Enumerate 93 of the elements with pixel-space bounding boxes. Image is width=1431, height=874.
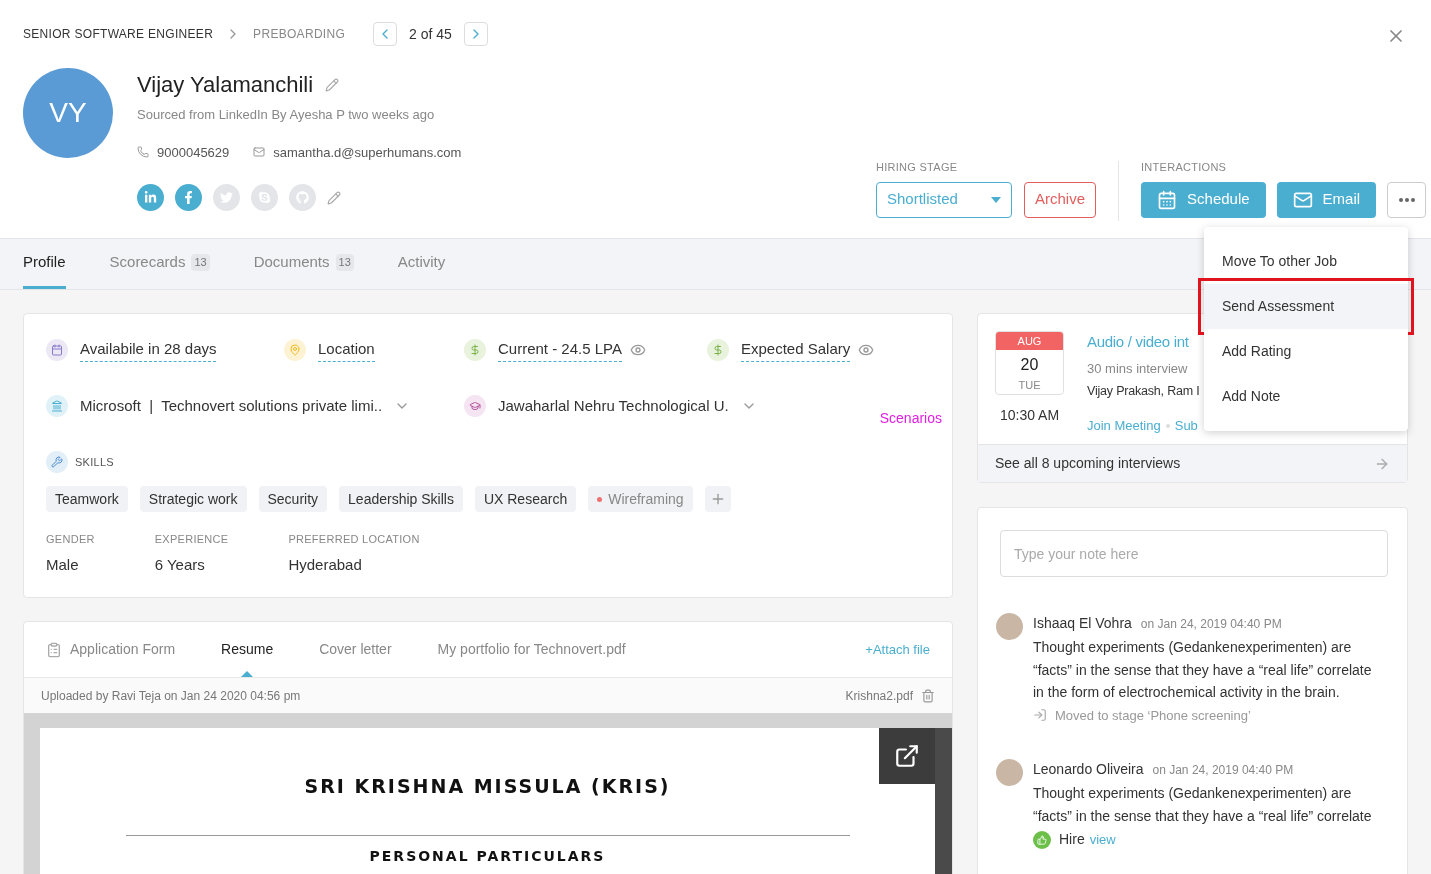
upload-info: Uploaded by Ravi Teja on Jan 24 2020 04:56 pm	[41, 687, 301, 705]
menu-item[interactable]: Add Note	[1204, 374, 1408, 419]
pointer-icon	[241, 671, 254, 677]
breadcrumb-stage[interactable]: PREBOARDING	[253, 25, 346, 43]
add-skill-button[interactable]	[704, 486, 731, 512]
graduation-cap-icon	[464, 394, 486, 417]
profile-tab[interactable]: Documents 13	[253, 239, 354, 289]
facebook-icon[interactable]	[175, 184, 202, 211]
dollar-icon	[707, 338, 729, 361]
resume-section-title: PERSONAL PARTICULARS	[369, 846, 606, 866]
education: Jawaharlal Nehru Technological U.	[498, 395, 729, 416]
fact-link[interactable]: Availabile in 28 days	[80, 338, 217, 362]
caret-icon	[991, 196, 1001, 203]
author-name: Ishaaq El Vohra	[1033, 614, 1132, 633]
file-name: Krishna2.pdf	[845, 687, 913, 705]
archive-button[interactable]: Archive	[1024, 181, 1097, 218]
calendar-icon	[46, 338, 68, 361]
profile-tab[interactable]: Profile	[23, 239, 66, 289]
author-avatar	[996, 759, 1023, 786]
fact-link[interactable]: Current - 24.5 LPA	[498, 338, 622, 362]
dollar-icon	[464, 338, 486, 361]
calendar-icon	[1157, 189, 1178, 210]
note-date: on Jan 24, 2019 04:40 PM	[1140, 616, 1282, 633]
source-text: Sourced from LinkedIn By Ayesha P two weeks ago	[137, 106, 436, 124]
note-input[interactable]: Type your note here	[1000, 530, 1388, 577]
skill-tag[interactable]: Strategic work	[139, 486, 247, 512]
note-text: Thought experiments (Gedankenexperimenten) are “facts” in the sense that they have a “real life” correlate in the form of electrochemical activity in the brain.	[1033, 638, 1373, 702]
count-badge: 13	[191, 254, 210, 271]
avatar: VY	[23, 68, 113, 158]
phone-number: 9000045629	[157, 143, 230, 162]
more-icon	[1398, 197, 1415, 202]
edit-icon[interactable]	[327, 190, 341, 205]
hiring-stage-label: HIRING STAGE	[876, 160, 959, 175]
skill-tag[interactable]: Security	[258, 486, 328, 512]
activity-text: Moved to stage ‘Phone screening’	[1055, 706, 1251, 725]
author-avatar	[996, 613, 1023, 640]
work-history: Microsoft | Technovert solutions private limi..	[80, 395, 383, 416]
weekday-label: TUE	[1018, 378, 1041, 393]
skill-tag[interactable]: Leadership Skills	[339, 486, 463, 512]
position-counter: 2 of 45	[409, 24, 452, 44]
skill-tag[interactable]: Teamwork	[46, 486, 128, 512]
profile-tab[interactable]: Scorecards 13	[109, 239, 210, 289]
count-badge: 13	[335, 254, 354, 271]
note-date: on Jan 24, 2019 04:40 PM	[1152, 762, 1294, 779]
scrollbar[interactable]	[935, 728, 952, 874]
author-name: Leonardo Oliveira	[1033, 760, 1144, 779]
email-address: samantha.d@superhumans.com	[273, 143, 462, 162]
mail-icon	[253, 146, 266, 159]
phone-icon	[137, 146, 149, 159]
document-tab[interactable]: Cover letter	[319, 622, 392, 677]
scenarios-link[interactable]: Scenarios	[879, 408, 942, 429]
detail-label: EXPERIENCE	[154, 532, 229, 547]
interviewer-names: Vijay Prakash, Ram I	[1087, 383, 1200, 400]
detail-value: Hyderabad	[288, 554, 363, 575]
open-external-button[interactable]	[879, 728, 935, 784]
fact-link[interactable]: Location	[318, 338, 375, 362]
skill-tag[interactable]: UX Research	[474, 486, 577, 512]
note-text: Thought experiments (Gedankenexperimenten) are “facts” in the sense that they have a “real life” correlate	[1033, 784, 1373, 826]
previous-button[interactable]	[373, 22, 398, 46]
detail-label: PREFERRED LOCATION	[288, 532, 420, 547]
interview-duration: 30 mins interview	[1087, 359, 1189, 378]
linkedin-icon[interactable]	[137, 184, 164, 211]
next-button[interactable]	[463, 22, 488, 46]
candidate-name: Vijay Yalamanchili	[137, 71, 314, 99]
see-all-link[interactable]: See all 8 upcoming interviews	[995, 453, 1181, 474]
document-tab[interactable]: Resume	[221, 622, 274, 677]
day-number: 20	[1020, 355, 1039, 375]
interview-time: 10:30 AM	[999, 406, 1060, 425]
clipboard-icon	[46, 641, 62, 658]
tools-icon	[46, 451, 68, 473]
detail-label: GENDER	[46, 532, 95, 547]
bank-icon	[46, 394, 68, 417]
trash-icon[interactable]	[921, 688, 935, 703]
document-tab[interactable]: My portfolio for Technovert.pdf	[437, 622, 626, 677]
month-label: AUG	[996, 332, 1063, 350]
resume-title: SRI KRISHNA MISSULA (KRIS)	[304, 774, 671, 799]
menu-item[interactable]: Add Rating	[1204, 329, 1408, 374]
detail-value: 6 Years	[154, 554, 206, 575]
fact-link[interactable]: Expected Salary	[741, 338, 851, 362]
see-all-bar[interactable]: See all 8 upcoming interviews	[978, 444, 1407, 482]
activity-text: Hire	[1059, 830, 1085, 849]
thumbs-up-icon	[1033, 830, 1051, 849]
edit-icon[interactable]	[325, 77, 340, 92]
menu-item[interactable]: Move To other Job	[1204, 239, 1408, 284]
skills-label: SKILLS	[75, 454, 114, 470]
pin-icon	[284, 338, 306, 361]
move-icon	[1033, 708, 1047, 723]
more-button[interactable]	[1387, 181, 1427, 218]
interactions-label: INTERACTIONS	[1141, 160, 1228, 175]
document-tab[interactable]: Application Form	[46, 622, 176, 677]
detail-value: Male	[46, 554, 80, 575]
external-link-icon	[894, 743, 920, 769]
breadcrumb-job[interactable]: SENIOR SOFTWARE ENGINEER	[23, 25, 214, 43]
